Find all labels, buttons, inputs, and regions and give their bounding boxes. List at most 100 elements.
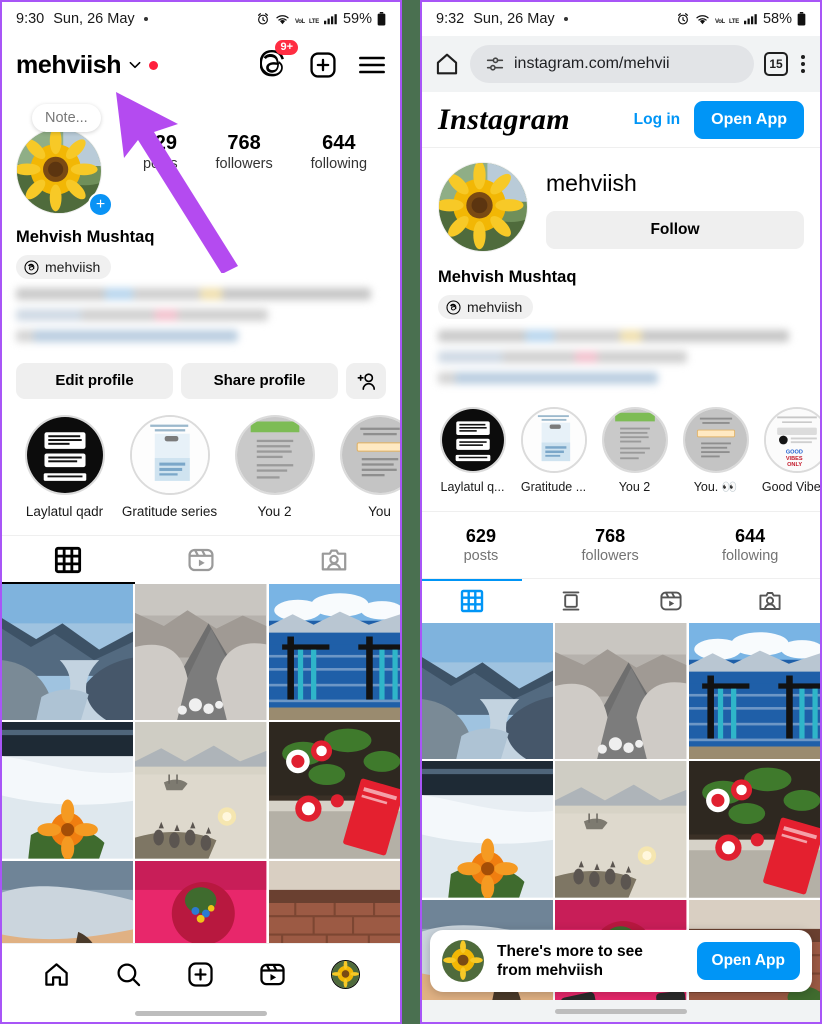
carousel-tab[interactable] bbox=[522, 579, 622, 623]
post-thumbnail[interactable] bbox=[688, 761, 820, 898]
add-to-story-button[interactable]: + bbox=[88, 192, 113, 217]
post-thumbnail[interactable] bbox=[268, 860, 400, 943]
stat-following[interactable]: 644 following bbox=[722, 526, 778, 564]
tagged-tab[interactable] bbox=[267, 536, 400, 584]
status-dot-icon bbox=[563, 17, 568, 21]
post-thumbnail[interactable] bbox=[135, 722, 267, 859]
open-app-button-header[interactable]: Open App bbox=[694, 100, 804, 139]
stat-followers[interactable]: 768 followers bbox=[216, 132, 273, 172]
hamburger-menu-icon[interactable] bbox=[358, 53, 386, 77]
threads-badge-chip[interactable]: mehviish bbox=[16, 255, 112, 279]
alarm-icon bbox=[677, 13, 688, 25]
wifi-icon bbox=[276, 14, 289, 24]
threads-button[interactable]: 9+ bbox=[259, 39, 298, 82]
instagram-app-panel: 9:30 Sun, 26 May VoL LTE 59% mehviish 9+… bbox=[0, 0, 402, 1024]
highlight-thumb-gratitude bbox=[131, 416, 208, 493]
post-lake-fence bbox=[688, 622, 820, 760]
threads-badge-chip[interactable]: mehviish bbox=[438, 295, 534, 319]
browser-panel: 9:32 Sun, 26 May VoL LTE 58% instagram.c… bbox=[420, 0, 822, 1024]
post-thumbnail[interactable] bbox=[135, 860, 267, 943]
web-username: mehviish bbox=[546, 170, 637, 196]
android-gesture-bar[interactable] bbox=[422, 1000, 820, 1022]
bio-line bbox=[438, 371, 658, 384]
posts-label: posts bbox=[142, 156, 178, 172]
post-thumbnail[interactable] bbox=[2, 583, 134, 721]
post-thumbnail[interactable] bbox=[268, 583, 400, 721]
instagram-logo: Instagram bbox=[438, 102, 570, 136]
signal-bars-icon bbox=[743, 14, 757, 25]
profile-nav-avatar[interactable] bbox=[330, 960, 360, 989]
tagged-tab[interactable] bbox=[721, 579, 821, 623]
url-bar[interactable]: instagram.com/mehvii bbox=[470, 45, 754, 83]
follow-button[interactable]: Follow bbox=[546, 211, 804, 249]
battery-icon bbox=[797, 12, 806, 26]
home-icon[interactable] bbox=[43, 961, 70, 988]
post-mountain-road bbox=[135, 583, 267, 721]
stat-following[interactable]: 644 following bbox=[311, 132, 367, 172]
post-thumbnail[interactable] bbox=[2, 860, 134, 943]
profile-avatar[interactable] bbox=[438, 162, 528, 252]
highlight-thumb-you2 bbox=[603, 408, 666, 471]
share-profile-button[interactable]: Share profile bbox=[181, 362, 338, 399]
kebab-menu-icon[interactable] bbox=[798, 55, 808, 73]
reels-icon[interactable] bbox=[259, 961, 286, 988]
discover-people-button[interactable] bbox=[346, 362, 386, 399]
post-thumbnail[interactable] bbox=[555, 761, 687, 898]
panel-separator bbox=[402, 0, 420, 1024]
right-status-bar: 9:32 Sun, 26 May VoL LTE 58% bbox=[422, 2, 820, 36]
following-label: following bbox=[721, 547, 779, 564]
post-thumbnail[interactable] bbox=[422, 622, 554, 760]
account-switcher[interactable]: mehviish bbox=[16, 51, 159, 80]
home-icon[interactable] bbox=[434, 51, 460, 77]
highlight-item[interactable]: Laylatul q... bbox=[432, 406, 513, 495]
post-thumbnail[interactable] bbox=[135, 583, 267, 721]
stat-followers[interactable]: 768 followers bbox=[582, 526, 639, 564]
posts-label: posts bbox=[463, 547, 499, 564]
highlight-item[interactable]: You 2 bbox=[222, 414, 327, 519]
login-link[interactable]: Log in bbox=[634, 111, 681, 129]
unread-red-dot-icon bbox=[149, 60, 159, 70]
left-scroll-body: Note... + 629 posts 768 followers 644 fo… bbox=[2, 94, 400, 943]
carousel-icon bbox=[562, 590, 580, 611]
post-thumbnail[interactable] bbox=[268, 722, 400, 859]
stat-posts[interactable]: 629 posts bbox=[464, 526, 499, 564]
plus-square-icon[interactable] bbox=[187, 961, 214, 988]
following-label: following bbox=[310, 156, 368, 172]
followers-label: followers bbox=[215, 156, 273, 172]
edit-profile-button[interactable]: Edit profile bbox=[16, 362, 173, 399]
threads-badge: 9+ bbox=[275, 39, 298, 55]
highlight-item[interactable]: Gratitude series bbox=[117, 414, 222, 519]
post-thumbnail[interactable] bbox=[688, 622, 820, 760]
plus-square-icon[interactable] bbox=[309, 51, 337, 79]
open-app-button-banner[interactable]: Open App bbox=[696, 942, 800, 980]
post-thumbnail[interactable] bbox=[555, 622, 687, 760]
add-person-icon bbox=[357, 372, 375, 390]
site-settings-icon bbox=[486, 57, 504, 71]
reels-icon bbox=[188, 548, 214, 571]
highlight-item[interactable]: You bbox=[327, 414, 400, 519]
android-gesture-bar[interactable] bbox=[2, 1005, 400, 1022]
highlight-item[interactable]: Laylatul qadr bbox=[12, 414, 117, 519]
reels-tab[interactable] bbox=[135, 536, 268, 584]
threads-icon bbox=[446, 299, 461, 315]
highlight-item[interactable]: Gratitude ... bbox=[513, 406, 594, 495]
profile-tabs bbox=[2, 534, 400, 584]
reels-tab[interactable] bbox=[621, 579, 721, 623]
highlight-item[interactable]: You 2 bbox=[594, 406, 675, 495]
left-status-bar: 9:30 Sun, 26 May VoL LTE 59% bbox=[2, 2, 400, 36]
note-bubble[interactable]: Note... bbox=[32, 104, 101, 132]
highlight-item[interactable]: You. 👀 bbox=[675, 406, 756, 495]
post-thumbnail[interactable] bbox=[422, 761, 554, 898]
post-thumbnail[interactable] bbox=[2, 722, 134, 859]
bio-line bbox=[438, 350, 687, 363]
tab-count-button[interactable]: 15 bbox=[764, 52, 788, 76]
highlight-label: Laylatul q... bbox=[440, 479, 505, 494]
alarm-icon bbox=[257, 13, 268, 25]
grid-tab[interactable] bbox=[2, 536, 135, 584]
post-lake-sunset-birds bbox=[135, 722, 267, 859]
stat-posts[interactable]: 629 posts bbox=[143, 132, 178, 172]
grid-tab[interactable] bbox=[422, 578, 522, 623]
status-time: 9:32 bbox=[436, 11, 465, 27]
highlight-item[interactable]: GOOD VIBES ONLY Good Vibe... bbox=[756, 406, 820, 495]
search-icon[interactable] bbox=[115, 961, 142, 988]
